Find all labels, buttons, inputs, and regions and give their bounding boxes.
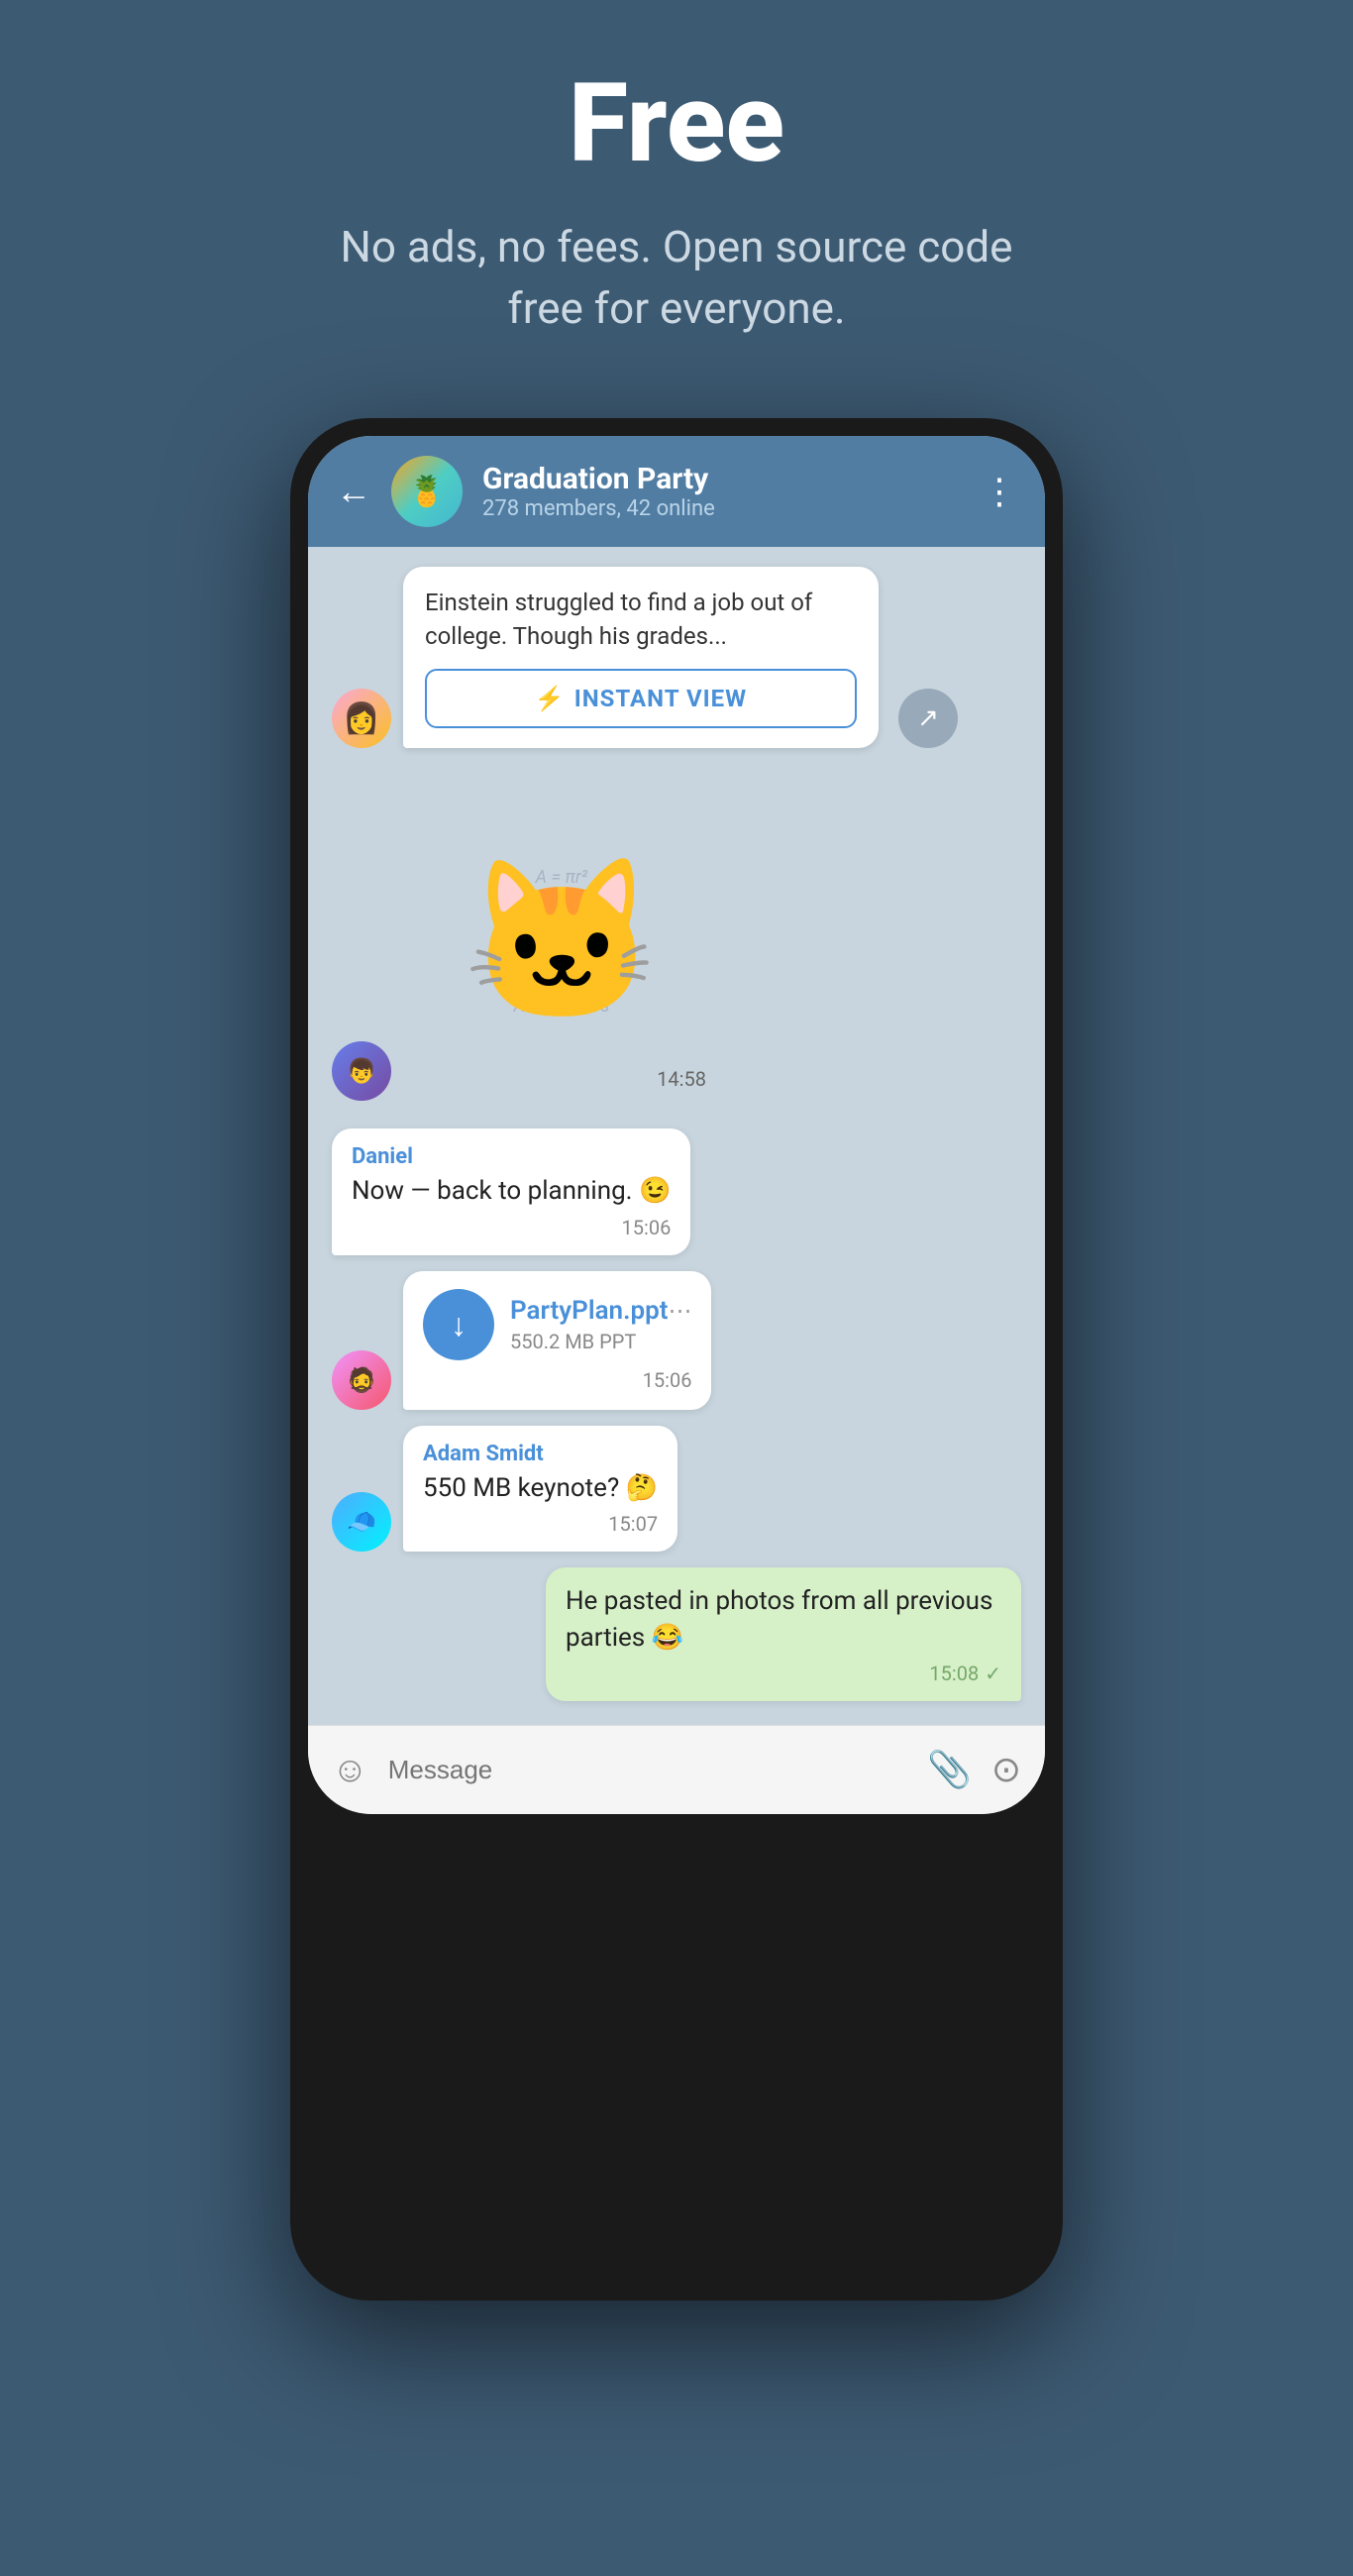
article-text: Einstein struggled to find a job out of … xyxy=(425,587,857,653)
phone-screen: ← 🍍 Graduation Party 278 members, 42 onl… xyxy=(308,436,1045,1814)
message-meta: 15:06 xyxy=(352,1216,671,1239)
table-row: He pasted in photos from all previous pa… xyxy=(332,1567,1021,1701)
avatar: 🧢 xyxy=(332,1492,391,1552)
message-text: 550 MB keynote? 🤔 xyxy=(423,1470,658,1506)
read-receipt-icon: ✓ xyxy=(985,1662,1001,1685)
sticker-image: A = πr²V = l³P = 2πrs = √(r²+h²)A = πr² … xyxy=(403,784,720,1101)
download-button[interactable]: ↓ xyxy=(423,1289,494,1360)
file-name: PartyPlan.ppt xyxy=(510,1296,668,1326)
file-size: 550.2 MB PPT xyxy=(510,1330,691,1353)
camera-button[interactable]: ⊙ xyxy=(991,1749,1021,1790)
avatar: 👦 xyxy=(332,1041,391,1101)
article-message: 👩 Einstein struggled to find a job out o… xyxy=(332,567,1021,748)
file-info: PartyPlan.ppt ⋯ 550.2 MB PPT xyxy=(510,1296,691,1353)
instant-view-button[interactable]: ⚡ INSTANT VIEW xyxy=(425,669,857,728)
chat-header-info: Graduation Party 278 members, 42 online xyxy=(482,462,962,521)
share-icon: ↗ xyxy=(917,703,939,733)
message-input[interactable] xyxy=(388,1755,907,1785)
avatar-image: 👦 xyxy=(347,1057,376,1085)
message-input-bar: ☺ 📎 ⊙ xyxy=(308,1725,1045,1814)
share-button[interactable]: ↗ xyxy=(898,689,958,748)
message-text: Now — back to planning. 😉 xyxy=(352,1173,671,1209)
sticker-time: 14:58 xyxy=(657,1067,706,1091)
message-time: 15:08 xyxy=(929,1662,979,1685)
avatar: 🧔 xyxy=(332,1350,391,1410)
hero-title: Free xyxy=(569,59,784,187)
download-icon: ↓ xyxy=(451,1306,467,1343)
text-bubble: Adam Smidt 550 MB keynote? 🤔 15:07 xyxy=(403,1426,677,1552)
table-row: Daniel Now — back to planning. 😉 15:06 xyxy=(332,1128,1021,1254)
group-name: Graduation Party xyxy=(482,462,962,496)
emoji-button[interactable]: ☺ xyxy=(332,1749,368,1790)
message-sender: Daniel xyxy=(352,1144,671,1169)
table-row: 🧔 ↓ PartyPlan.ppt ⋯ 550.2 MB PPT xyxy=(332,1271,1021,1410)
back-button[interactable]: ← xyxy=(336,471,371,512)
chat-header: ← 🍍 Graduation Party 278 members, 42 onl… xyxy=(308,436,1045,547)
instant-view-icon: ⚡ xyxy=(535,685,565,712)
chat-body: 👩 Einstein struggled to find a job out o… xyxy=(308,547,1045,1725)
group-avatar: 🍍 xyxy=(391,456,463,527)
avatar: 👩 xyxy=(332,689,391,748)
cat-sticker: 🐱 xyxy=(463,850,660,1035)
message-time: 15:06 xyxy=(622,1216,672,1239)
message-meta: 15:08 ✓ xyxy=(566,1662,1001,1685)
message-sender: Adam Smidt xyxy=(423,1442,658,1466)
message-time: 15:06 xyxy=(643,1368,692,1392)
file-row: ↓ PartyPlan.ppt ⋯ 550.2 MB PPT xyxy=(423,1289,691,1360)
article-bubble: Einstein struggled to find a job out of … xyxy=(403,567,879,748)
article-bubble-group: Einstein struggled to find a job out of … xyxy=(403,567,879,748)
message-meta: 15:07 xyxy=(423,1512,658,1536)
file-message-bubble: ↓ PartyPlan.ppt ⋯ 550.2 MB PPT 15:06 xyxy=(403,1271,711,1410)
outgoing-bubble: He pasted in photos from all previous pa… xyxy=(546,1567,1021,1701)
avatar-image: 🧔 xyxy=(347,1366,376,1394)
avatar-image: 🧢 xyxy=(347,1508,376,1536)
sticker-message: 👦 A = πr²V = l³P = 2πrs = √(r²+h²)A = πr… xyxy=(332,784,1021,1101)
text-bubble: Daniel Now — back to planning. 😉 15:06 xyxy=(332,1128,690,1254)
sticker-background: A = πr²V = l³P = 2πrs = √(r²+h²)A = πr² … xyxy=(403,784,720,1101)
avatar-image: 👩 xyxy=(343,701,379,736)
message-text: He pasted in photos from all previous pa… xyxy=(566,1583,1001,1656)
phone-mockup: ← 🍍 Graduation Party 278 members, 42 onl… xyxy=(290,418,1063,2301)
table-row: 🧢 Adam Smidt 550 MB keynote? 🤔 15:07 xyxy=(332,1426,1021,1552)
instant-view-label: INSTANT VIEW xyxy=(574,685,747,712)
message-time: 15:07 xyxy=(608,1512,658,1536)
chat-menu-button[interactable]: ⋮ xyxy=(982,471,1017,512)
group-status: 278 members, 42 online xyxy=(482,496,962,521)
file-header: PartyPlan.ppt ⋯ xyxy=(510,1296,691,1326)
file-options-button[interactable]: ⋯ xyxy=(668,1297,691,1325)
attach-button[interactable]: 📎 xyxy=(927,1749,972,1790)
file-meta: 15:06 xyxy=(423,1368,691,1392)
hero-subtitle: No ads, no fees. Open source code free f… xyxy=(330,217,1023,339)
